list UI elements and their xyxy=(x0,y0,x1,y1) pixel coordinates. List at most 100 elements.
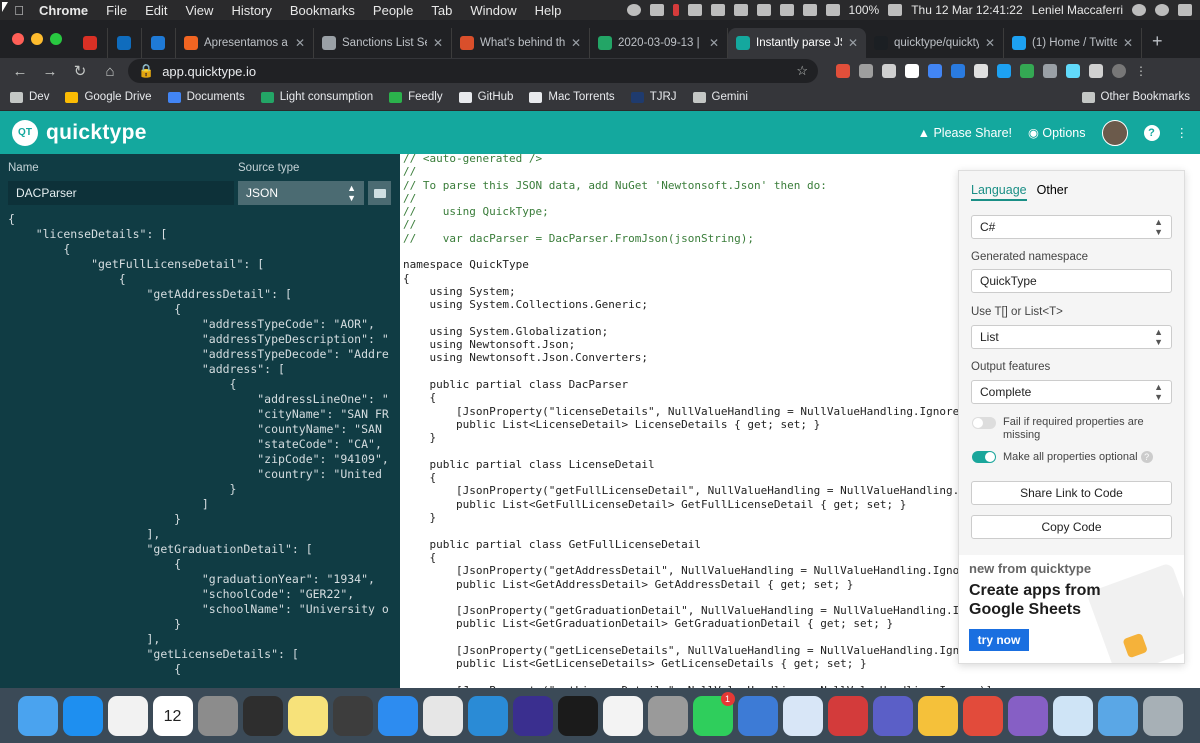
browser-tab[interactable] xyxy=(108,28,142,58)
browser-tab[interactable]: Instantly parse JSO ✕ xyxy=(728,28,866,58)
bookmark-item[interactable]: Dev xyxy=(10,91,49,103)
trash-icon[interactable] xyxy=(1142,695,1183,736)
other-bookmarks[interactable]: Other Bookmarks xyxy=(1081,91,1190,103)
lock-icon[interactable]: 🔒 xyxy=(138,63,154,79)
volume-icon[interactable] xyxy=(825,4,840,16)
menu-people[interactable]: People xyxy=(364,3,422,18)
extension-icon[interactable] xyxy=(974,64,988,78)
bookmark-item[interactable]: Gemini xyxy=(692,91,748,103)
paw-icon[interactable] xyxy=(962,695,1003,736)
bookmark-item[interactable]: Light consumption xyxy=(260,91,373,103)
close-tab-icon[interactable]: ✕ xyxy=(295,36,305,50)
minimize-window-button[interactable] xyxy=(31,33,43,45)
extension-icon[interactable] xyxy=(836,64,850,78)
share-link[interactable]: ▲ Please Share! xyxy=(918,126,1012,140)
output-features-select[interactable]: Complete ▲ ▼ xyxy=(971,380,1172,404)
reload-icon[interactable]: ↻ xyxy=(68,62,92,80)
record-icon[interactable] xyxy=(626,4,641,16)
source-type-select[interactable]: JSON ▲ ▼ xyxy=(238,181,364,205)
activity-monitor-icon[interactable] xyxy=(242,695,283,736)
close-window-button[interactable] xyxy=(12,33,24,45)
display-icon[interactable] xyxy=(733,4,748,16)
home-icon[interactable]: ⌂ xyxy=(98,63,122,80)
tab-language[interactable]: Language xyxy=(971,183,1027,201)
menu-app-chrome[interactable]: Chrome xyxy=(30,3,97,18)
close-tab-icon[interactable]: ✕ xyxy=(433,36,443,50)
menu-bookmarks[interactable]: Bookmarks xyxy=(281,3,364,18)
address-bar[interactable]: 🔒 app.quicktype.io ☆ xyxy=(128,59,818,83)
help-icon[interactable]: ? xyxy=(1140,451,1153,463)
fail-required-toggle[interactable] xyxy=(972,417,996,429)
menu-file[interactable]: File xyxy=(97,3,136,18)
array-type-select[interactable]: List ▲ ▼ xyxy=(971,325,1172,349)
close-tab-icon[interactable]: ✕ xyxy=(709,36,719,50)
close-tab-icon[interactable]: ✕ xyxy=(571,36,581,50)
spotlight-icon[interactable] xyxy=(1132,4,1146,16)
system-preferences-icon[interactable] xyxy=(647,695,688,736)
sync-icon[interactable] xyxy=(710,4,725,16)
apple-icon[interactable]:  xyxy=(8,3,30,18)
namespace-input[interactable]: QuickType xyxy=(971,269,1172,293)
extension-icon[interactable] xyxy=(905,64,919,78)
browser-tab[interactable]: (1) Home / Twitter ✕ xyxy=(1004,28,1142,58)
menu-kebab-icon[interactable]: ⋮ xyxy=(1135,64,1147,78)
browser-tab[interactable]: quicktype/quicktyp ✕ xyxy=(866,28,1004,58)
menu-help[interactable]: Help xyxy=(526,3,571,18)
extension-icon[interactable] xyxy=(859,64,873,78)
extension-icon[interactable] xyxy=(1066,64,1080,78)
menu-view[interactable]: View xyxy=(176,3,222,18)
brand-name[interactable]: quicktype xyxy=(46,121,147,145)
bookmark-item[interactable]: Google Drive xyxy=(65,91,152,103)
clock[interactable]: Thu 12 Mar 12:41:22 xyxy=(911,3,1022,17)
kebab-menu-icon[interactable]: ⋮ xyxy=(1176,125,1189,140)
bookmark-item[interactable]: TJRJ xyxy=(630,91,677,103)
quicktype-logo-icon[interactable]: QT xyxy=(12,119,38,146)
open-file-button[interactable] xyxy=(368,181,391,205)
extension-icon[interactable] xyxy=(928,64,942,78)
downloads-icon[interactable] xyxy=(1097,695,1138,736)
notification-center-icon[interactable] xyxy=(1178,4,1192,16)
remote-desktop-icon[interactable] xyxy=(782,695,823,736)
browser-tab[interactable] xyxy=(74,28,108,58)
file-merge-icon[interactable] xyxy=(917,695,958,736)
browser-tab[interactable]: Apresentamos a V ✕ xyxy=(176,28,314,58)
photos-icon[interactable] xyxy=(107,695,148,736)
options-button[interactable]: ◉ Options xyxy=(1028,125,1086,140)
calendar-icon[interactable]: 12 xyxy=(152,695,193,736)
help-icon[interactable]: ? xyxy=(1143,124,1160,141)
finder-icon[interactable] xyxy=(17,695,58,736)
teams-icon[interactable] xyxy=(872,695,913,736)
share-link-button[interactable]: Share Link to Code xyxy=(971,481,1172,505)
close-tab-icon[interactable]: ✕ xyxy=(1123,36,1133,50)
forward-arrow-icon[interactable]: → xyxy=(38,63,62,80)
user-name[interactable]: Leniel Maccaferri xyxy=(1032,3,1123,17)
app-store-icon[interactable] xyxy=(62,695,103,736)
extension-icon[interactable] xyxy=(997,64,1011,78)
dropbox-icon[interactable] xyxy=(649,4,664,16)
whatsapp-icon[interactable]: 1 xyxy=(692,691,735,736)
battery-icon[interactable] xyxy=(888,4,903,16)
menu-tab[interactable]: Tab xyxy=(422,3,461,18)
bookmark-item[interactable]: Mac Torrents xyxy=(529,91,615,103)
tab-other[interactable]: Other xyxy=(1037,183,1068,201)
wifi-icon[interactable] xyxy=(779,4,794,16)
parallels-icon[interactable] xyxy=(827,695,868,736)
bookmark-item[interactable]: GitHub xyxy=(458,91,513,103)
user-avatar[interactable] xyxy=(1101,119,1128,146)
try-now-button[interactable]: try now xyxy=(969,629,1029,651)
clipboard-icon[interactable] xyxy=(687,4,702,16)
calculator-icon[interactable] xyxy=(197,695,238,736)
language-select[interactable]: C# ▲ ▼ xyxy=(971,215,1172,239)
preview-icon[interactable] xyxy=(1052,695,1093,736)
parallels-icon[interactable] xyxy=(672,4,679,16)
menu-edit[interactable]: Edit xyxy=(136,3,176,18)
cloud-icon[interactable] xyxy=(756,4,771,16)
profile-avatar-icon[interactable] xyxy=(1112,64,1126,78)
fullscreen-window-button[interactable] xyxy=(50,33,62,45)
back-arrow-icon[interactable]: ← xyxy=(8,63,32,80)
eclipse-icon[interactable] xyxy=(512,695,553,736)
url-text[interactable]: app.quicktype.io xyxy=(162,64,256,79)
menu-window[interactable]: Window xyxy=(461,3,525,18)
copy-code-button[interactable]: Copy Code xyxy=(971,515,1172,539)
json-editor[interactable]: { "licenseDetails": [ { "getFullLicenseD… xyxy=(8,212,400,688)
